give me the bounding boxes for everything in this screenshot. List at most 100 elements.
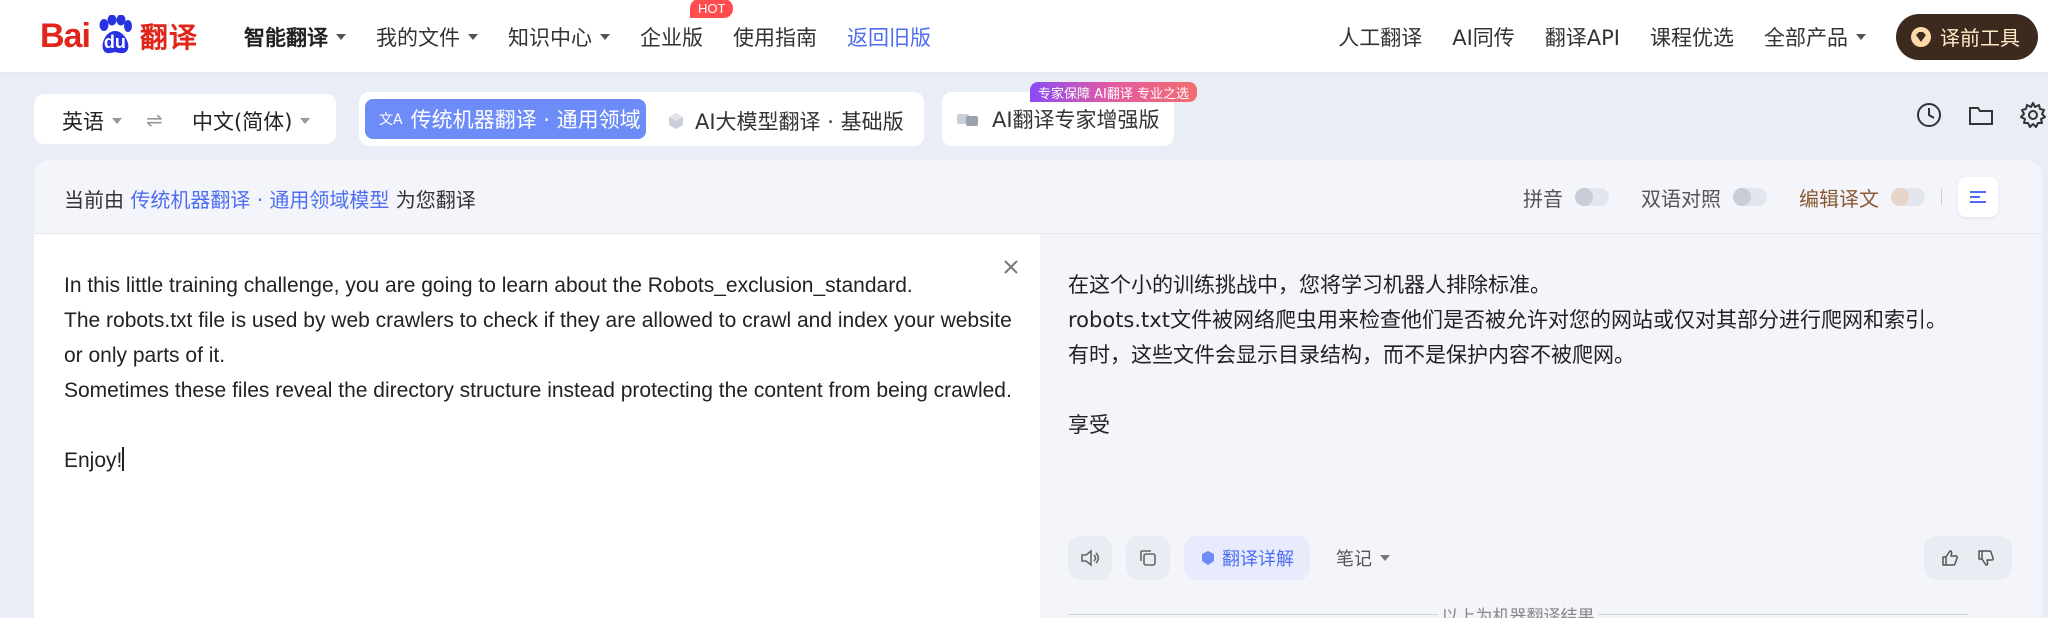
model-link[interactable]: 传统机器翻译 · 通用领域模型 xyxy=(130,188,389,212)
top-right-tools xyxy=(1892,100,2048,130)
chevron-down-icon xyxy=(1856,33,1866,40)
source-text[interactable]: In this little training challenge, you a… xyxy=(64,268,1024,478)
divider xyxy=(1941,189,1942,205)
toggle-label: 编辑译文 xyxy=(1799,186,1879,211)
chevron-down-icon xyxy=(1380,555,1390,561)
notes-dropdown[interactable]: 笔记 xyxy=(1336,545,1390,571)
panel-header: 当前由 传统机器翻译 · 通用领域模型 为您翻译 拼音 双语对照 编辑译文 xyxy=(34,160,2042,234)
bilingual-toggle[interactable]: 双语对照 xyxy=(1641,183,1767,212)
expert-icon xyxy=(957,114,978,126)
chevron-down-icon xyxy=(336,33,346,40)
chevron-down-icon xyxy=(300,118,311,124)
switch-icon xyxy=(1891,188,1925,206)
translation-line: 有时，这些文件会显示目录结构，而不是保护内容不被爬网。 xyxy=(1068,343,1635,367)
diamond-icon xyxy=(1911,26,1931,47)
cube-icon xyxy=(669,113,683,129)
speaker-button[interactable] xyxy=(1068,536,1112,580)
nav-label: AI同传 xyxy=(1452,25,1515,50)
output-actions: 翻译详解 笔记 xyxy=(1068,536,1390,580)
nav-translate-api[interactable]: 翻译API xyxy=(1545,22,1620,52)
translation-text: 在这个小的训练挑战中，您将学习机器人排除标准。 robots.txt文件被网络爬… xyxy=(1068,268,1968,443)
source-text-content: In this little training challenge, you a… xyxy=(64,274,1012,472)
tab-label: AI翻译专家增强版 xyxy=(992,108,1160,132)
nav-ai-interpretation[interactable]: AI同传 xyxy=(1452,22,1515,52)
nav-enterprise[interactable]: 企业版 HOT xyxy=(640,0,734,52)
nav-label: 课程优选 xyxy=(1650,25,1734,50)
nav-human-translation[interactable]: 人工翻译 xyxy=(1338,22,1422,52)
copy-icon xyxy=(1140,550,1156,566)
language-selector: 英语 ⇌ 中文(简体) xyxy=(34,94,336,144)
nav-guide[interactable]: 使用指南 xyxy=(733,22,817,52)
translation-line: robots.txt文件被网络爬虫用来检查他们是否被允许对您的网站或仅对其部分进… xyxy=(1068,308,1947,332)
speaker-icon xyxy=(1081,549,1100,567)
history-icon[interactable] xyxy=(1914,100,1944,130)
head-suffix: 为您翻译 xyxy=(395,188,476,212)
close-icon[interactable] xyxy=(1000,256,1022,278)
folder-icon[interactable] xyxy=(1966,100,1996,130)
tab-ai-large-model[interactable]: AI大模型翻译 · 基础版 xyxy=(667,106,904,136)
chevron-down-icon xyxy=(468,33,478,40)
nav-all-products[interactable]: 全部产品 xyxy=(1764,22,1866,52)
nav-left: 智能翻译 我的文件 知识中心 企业版 HOT 使用指南 返回旧版 xyxy=(244,0,961,73)
logo-du-text: du xyxy=(103,31,126,52)
cube-icon xyxy=(1202,551,1214,565)
text-cursor xyxy=(122,447,125,471)
switch-icon xyxy=(1575,188,1609,206)
source-language-select[interactable]: 英语 xyxy=(62,106,122,136)
translation-panel: 当前由 传统机器翻译 · 通用领域模型 为您翻译 拼音 双语对照 编辑译文 In… xyxy=(34,160,2042,618)
gear-icon[interactable] xyxy=(2018,100,2048,130)
nav-label: 企业版 xyxy=(640,25,703,50)
layout-toggle-button[interactable] xyxy=(1958,177,1998,217)
chevron-down-icon xyxy=(600,33,610,40)
translation-line: 享受 xyxy=(1068,413,1110,437)
nav-smart-translate[interactable]: 智能翻译 xyxy=(244,22,346,52)
nav-label: 使用指南 xyxy=(733,25,817,50)
baidu-translate-logo[interactable]: Bai du 翻译 xyxy=(40,6,200,66)
translation-line xyxy=(1068,373,1968,408)
switch-icon xyxy=(1733,188,1767,206)
nav-knowledge-center[interactable]: 知识中心 xyxy=(508,22,610,52)
thumbs-up-icon[interactable] xyxy=(1940,548,1960,568)
tab-label: AI大模型翻译 · 基础版 xyxy=(695,110,904,134)
nav-label: 我的文件 xyxy=(376,25,460,50)
tab-traditional-mt[interactable]: 文A 传统机器翻译 · 通用领域 xyxy=(365,99,646,139)
nav-label: 翻译API xyxy=(1544,25,1620,50)
copy-button[interactable] xyxy=(1126,536,1170,580)
nav-old-version[interactable]: 返回旧版 xyxy=(847,22,931,52)
edit-translation-toggle[interactable]: 编辑译文 xyxy=(1799,183,1925,212)
top-navigation-bar: Bai du 翻译 智能翻译 我的文件 知识中心 企业版 HOT 使用指南 返回… xyxy=(0,0,2048,73)
head-prefix: 当前由 xyxy=(64,188,124,212)
display-toggles: 拼音 双语对照 编辑译文 xyxy=(1491,160,1998,234)
chevron-down-icon xyxy=(112,118,122,124)
translation-line: 在这个小的训练挑战中，您将学习机器人排除标准。 xyxy=(1068,273,1551,297)
translation-details-button[interactable]: 翻译详解 xyxy=(1184,536,1310,580)
thumbs-down-icon[interactable] xyxy=(1976,548,1996,568)
toggle-label: 拼音 xyxy=(1523,186,1563,211)
nav-courses[interactable]: 课程优选 xyxy=(1650,22,1734,52)
notes-label: 笔记 xyxy=(1336,549,1372,570)
translation-output-area: 在这个小的训练挑战中，您将学习机器人排除标准。 robots.txt文件被网络爬… xyxy=(1040,234,2042,618)
hot-badge: HOT xyxy=(690,0,734,18)
nav-label: 人工翻译 xyxy=(1338,25,1423,50)
nav-label: 智能翻译 xyxy=(244,25,328,50)
nav-label: 全部产品 xyxy=(1764,25,1848,50)
logo-fanyi-text: 翻译 xyxy=(139,21,198,54)
tool-button-label: 译前工具 xyxy=(1940,26,2020,50)
details-label: 翻译详解 xyxy=(1222,549,1294,570)
translate-icon: 文A xyxy=(379,112,403,128)
pre-translation-tools-button[interactable]: 译前工具 xyxy=(1896,13,2038,60)
nav-label: 知识中心 xyxy=(508,25,592,50)
tab-label: 传统机器翻译 · 通用领域 xyxy=(410,108,641,132)
source-input-area[interactable]: In this little training challenge, you a… xyxy=(34,234,1040,618)
list-icon xyxy=(1970,191,1986,203)
current-model-text: 当前由 传统机器翻译 · 通用领域模型 为您翻译 xyxy=(64,184,476,213)
target-language-label: 中文(简体) xyxy=(192,110,293,134)
swap-languages-icon[interactable]: ⇌ xyxy=(146,108,163,132)
target-language-select[interactable]: 中文(简体) xyxy=(192,106,311,136)
pinyin-toggle[interactable]: 拼音 xyxy=(1523,183,1609,212)
logo-paw: du xyxy=(92,13,138,59)
nav-my-files[interactable]: 我的文件 xyxy=(376,22,478,52)
machine-translation-note: 以上为机器翻译结果 xyxy=(1068,602,1968,618)
feedback-buttons xyxy=(1924,536,2012,580)
expert-badge: 专家保障 AI翻译 专业之选 xyxy=(1030,82,1197,102)
